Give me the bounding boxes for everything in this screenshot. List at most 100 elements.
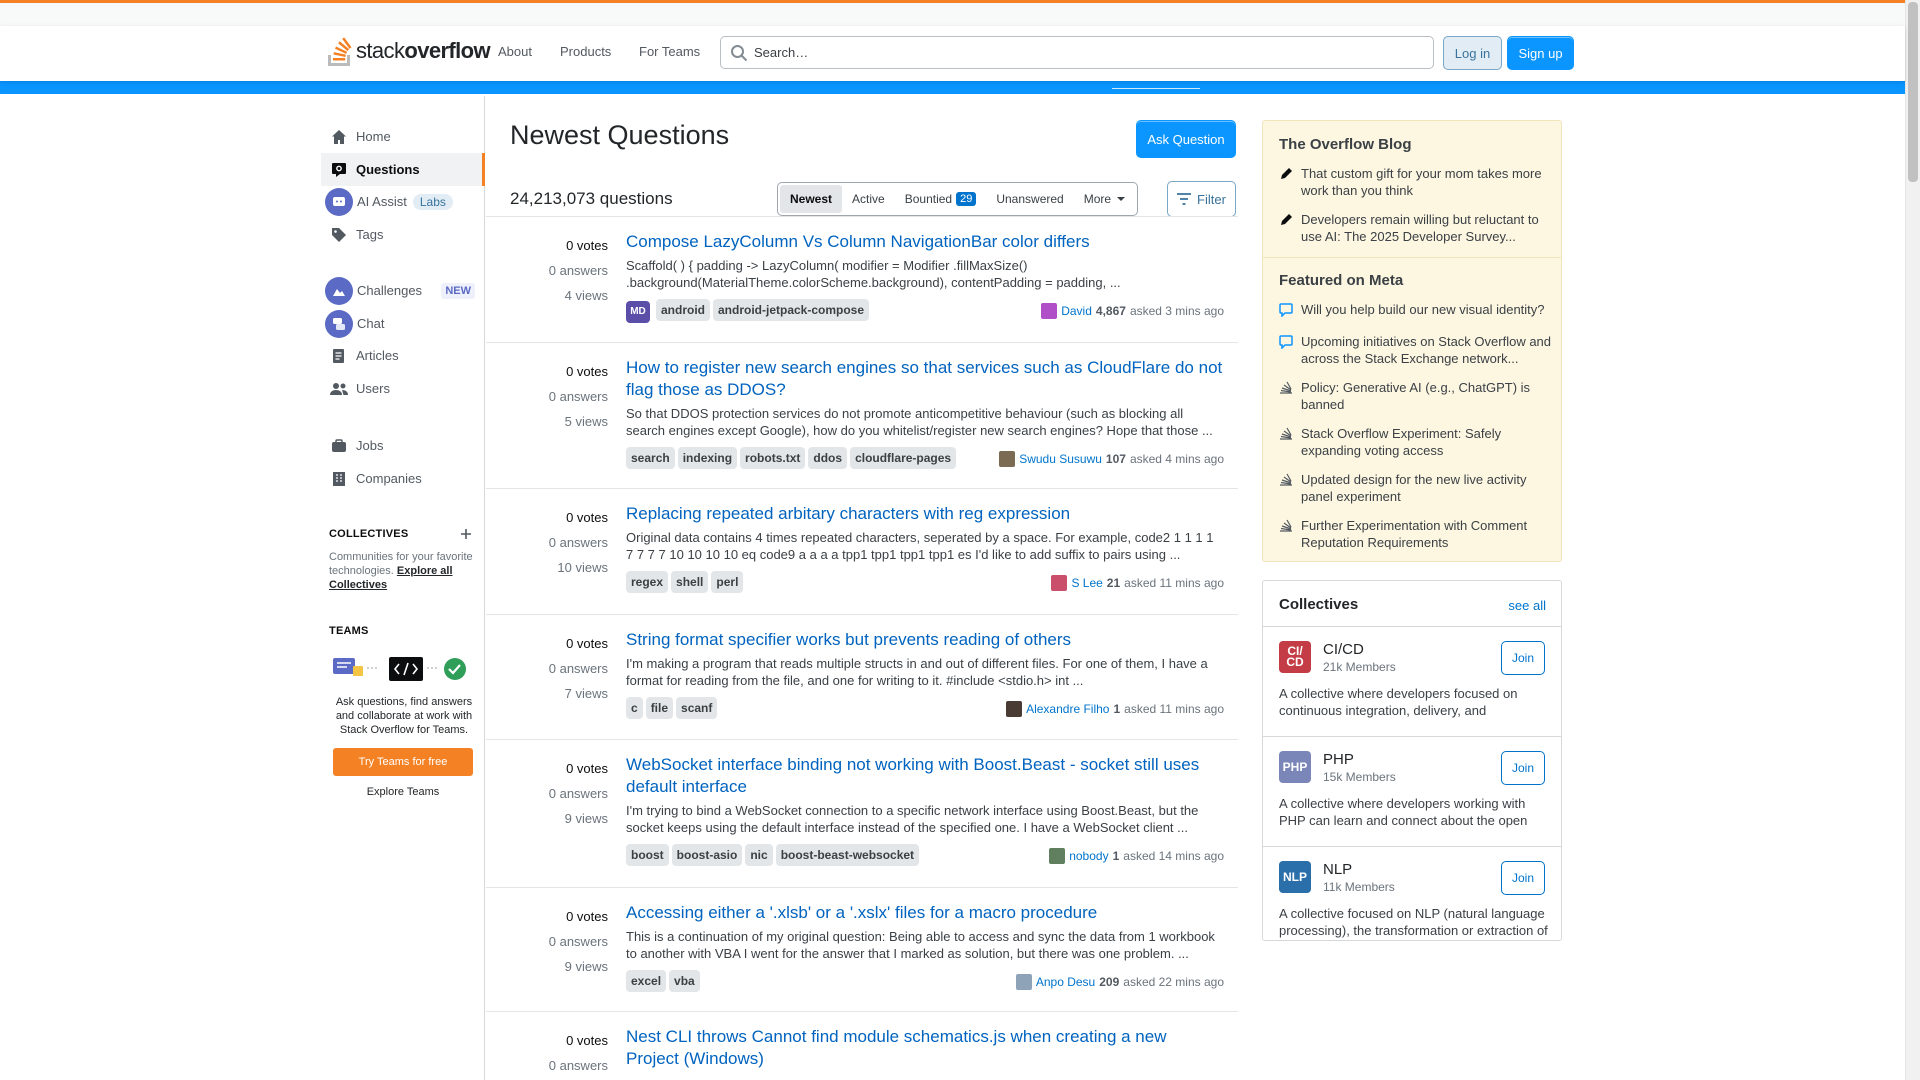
sidebar-item-articles[interactable]: Articles bbox=[321, 339, 485, 372]
question-title-link[interactable]: How to register new search engines so th… bbox=[626, 357, 1224, 401]
sidebar-item-users[interactable]: Users bbox=[321, 372, 485, 405]
tag[interactable]: indexing bbox=[677, 447, 738, 469]
join-button[interactable]: Join bbox=[1501, 751, 1545, 785]
stat-votes: 0 votes bbox=[566, 364, 608, 379]
ask-question-button[interactable]: Ask Question bbox=[1136, 120, 1236, 158]
sidebar-item-ai-assist[interactable]: AI Assist Labs bbox=[321, 185, 485, 218]
meta-item[interactable]: Stack Overflow Experiment: Safely expand… bbox=[1279, 425, 1553, 459]
scrollbar-thumb[interactable] bbox=[1908, 2, 1918, 182]
sidebar-item-label: Tags bbox=[356, 227, 384, 242]
stat-votes: 0 votes bbox=[566, 510, 608, 525]
user-name-link[interactable]: Swudu Susuwu bbox=[1019, 452, 1102, 466]
collective-logo[interactable]: NLP bbox=[1279, 861, 1311, 893]
tag[interactable]: file bbox=[645, 697, 674, 719]
user-name-link[interactable]: Alexandre Filho bbox=[1026, 702, 1109, 716]
sidebar-item-questions[interactable]: Questions bbox=[321, 153, 485, 186]
tag[interactable]: perl bbox=[711, 571, 744, 593]
collective-logo[interactable]: CI/ CD bbox=[1279, 641, 1311, 673]
filter-unanswered[interactable]: Unanswered bbox=[986, 185, 1073, 213]
meta-heading: Featured on Meta bbox=[1279, 272, 1404, 289]
tag[interactable]: shell bbox=[671, 571, 709, 593]
sidebar-item-tags[interactable]: Tags bbox=[321, 218, 485, 251]
nav-products[interactable]: Products bbox=[560, 44, 611, 59]
tag[interactable]: android-jetpack-compose bbox=[713, 299, 870, 321]
try-teams-button[interactable]: Try Teams for free bbox=[333, 748, 473, 776]
avatar[interactable] bbox=[1049, 848, 1066, 864]
nav-about[interactable]: About bbox=[498, 44, 532, 59]
collective-tag[interactable]: MD bbox=[626, 301, 650, 323]
tag[interactable]: scanf bbox=[676, 697, 718, 719]
meta-item[interactable]: Will you help build our new visual ident… bbox=[1279, 301, 1553, 318]
pencil-icon bbox=[1281, 168, 1292, 179]
collectives-heading: COLLECTIVES bbox=[329, 528, 409, 540]
blog-item[interactable]: Developers remain willing but reluctant … bbox=[1279, 211, 1553, 245]
collective-logo[interactable]: PHP bbox=[1279, 751, 1311, 783]
sidebar-item-challenges[interactable]: Challenges NEW bbox=[321, 274, 485, 307]
question-title-link[interactable]: Replacing repeated arbitary characters w… bbox=[626, 503, 1224, 525]
filter-newest[interactable]: Newest bbox=[780, 185, 843, 213]
tag[interactable]: nic bbox=[745, 844, 773, 866]
meta-item[interactable]: Further Experimentation with Comment Rep… bbox=[1279, 517, 1553, 551]
see-all-link[interactable]: see all bbox=[1508, 598, 1546, 613]
filter-bountied[interactable]: Bountied 29 bbox=[895, 185, 987, 213]
avatar[interactable] bbox=[999, 451, 1016, 467]
meta-item[interactable]: Policy: Generative AI (e.g., ChatGPT) is… bbox=[1279, 379, 1553, 413]
tag[interactable]: boost-beast-websocket bbox=[775, 844, 920, 866]
avatar[interactable] bbox=[1041, 303, 1058, 319]
plus-icon[interactable] bbox=[460, 528, 472, 540]
collective-name[interactable]: NLP bbox=[1323, 861, 1352, 878]
tag[interactable]: boost bbox=[626, 844, 669, 866]
question-row: 0 votes 0 answers Nest CLI throws Cannot f… bbox=[486, 1011, 1238, 1080]
question-meta: excel vba Anpo Desu 209 asked 22 mins ago bbox=[626, 970, 1224, 994]
filter-more[interactable]: More bbox=[1074, 185, 1135, 213]
question-title-link[interactable]: Nest CLI throws Cannot find module schem… bbox=[626, 1026, 1224, 1070]
sidebar-item-jobs[interactable]: Jobs bbox=[321, 429, 485, 462]
stat-views: 7 views bbox=[564, 686, 608, 701]
question-title-link[interactable]: Accessing either a '.xlsb' or a '.xslx' … bbox=[626, 902, 1224, 924]
filter-active[interactable]: Active bbox=[842, 185, 895, 213]
search-input[interactable] bbox=[754, 45, 1414, 60]
blog-item[interactable]: That custom gift for your mom takes more… bbox=[1279, 165, 1553, 199]
collective-name[interactable]: CI/CD bbox=[1323, 641, 1364, 658]
tag[interactable]: cloudflare-pages bbox=[850, 447, 957, 469]
sidebar-item-chat[interactable]: Chat bbox=[321, 307, 485, 340]
join-button[interactable]: Join bbox=[1501, 641, 1545, 675]
filter-button[interactable]: Filter bbox=[1167, 181, 1236, 217]
search-bar[interactable] bbox=[720, 36, 1434, 69]
tag[interactable]: search bbox=[626, 447, 675, 469]
banner-link[interactable] bbox=[1112, 81, 1200, 89]
teams-description: Ask questions, find answers and collabor… bbox=[335, 696, 473, 736]
question-excerpt: I'm making a program that reads multiple… bbox=[626, 656, 1208, 688]
tag[interactable]: vba bbox=[669, 970, 700, 992]
question-title-link[interactable]: WebSocket interface binding not working … bbox=[626, 754, 1224, 798]
question-title-link[interactable]: String format specifier works but preven… bbox=[626, 629, 1224, 651]
tag[interactable]: boost-asio bbox=[671, 844, 743, 866]
tag[interactable]: c bbox=[626, 697, 643, 719]
join-button[interactable]: Join bbox=[1501, 861, 1545, 895]
user-name-link[interactable]: David bbox=[1061, 304, 1092, 318]
user-name-link[interactable]: nobody bbox=[1069, 849, 1108, 863]
sidebar-item-home[interactable]: Home bbox=[321, 120, 485, 153]
meta-item[interactable]: Upcoming initiatives on Stack Overflow a… bbox=[1279, 333, 1553, 367]
collective-name[interactable]: PHP bbox=[1323, 751, 1354, 768]
page-scrollbar[interactable] bbox=[1905, 0, 1920, 1080]
tag[interactable]: regex bbox=[626, 571, 669, 593]
stack-overflow-logo[interactable]: stackoverflow bbox=[328, 34, 491, 68]
collective-item: NLP NLP 11k Members Join A collective focuse… bbox=[1263, 846, 1561, 956]
avatar[interactable] bbox=[1051, 575, 1068, 591]
signup-button[interactable]: Sign up bbox=[1507, 36, 1574, 70]
avatar[interactable] bbox=[1006, 701, 1023, 717]
tag[interactable]: ddos bbox=[808, 447, 848, 469]
explore-teams-link[interactable]: Explore Teams bbox=[333, 786, 473, 798]
meta-item[interactable]: Updated design for the new live activity… bbox=[1279, 471, 1553, 505]
tag[interactable]: robots.txt bbox=[740, 447, 806, 469]
nav-for-teams[interactable]: For Teams bbox=[639, 44, 700, 59]
avatar[interactable] bbox=[1015, 974, 1032, 990]
question-title-link[interactable]: Compose LazyColumn Vs Column NavigationB… bbox=[626, 231, 1224, 253]
user-name-link[interactable]: S Lee bbox=[1071, 576, 1102, 590]
tag[interactable]: excel bbox=[626, 970, 667, 992]
sidebar-item-companies[interactable]: Companies bbox=[321, 462, 485, 495]
user-name-link[interactable]: Anpo Desu bbox=[1036, 975, 1095, 989]
tag[interactable]: android bbox=[656, 299, 710, 321]
login-button[interactable]: Log in bbox=[1443, 36, 1502, 70]
